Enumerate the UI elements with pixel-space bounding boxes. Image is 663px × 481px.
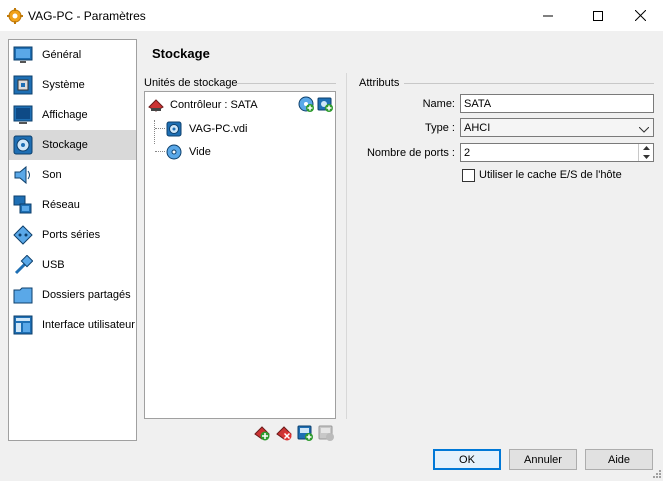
speaker-icon xyxy=(13,165,33,185)
close-icon xyxy=(634,10,646,21)
add-attachment-icon[interactable] xyxy=(297,425,313,441)
display-monitor-icon xyxy=(13,105,33,125)
title-bar: VAG-PC - Paramètres xyxy=(0,0,663,31)
chevron-down-icon xyxy=(638,124,650,136)
attributes-group-divider xyxy=(404,83,654,84)
serial-port-icon xyxy=(13,225,33,245)
host-io-cache-label[interactable]: Utiliser le cache E/S de l'hôte xyxy=(479,169,622,181)
chevron-up-icon xyxy=(642,146,650,150)
sidebar-item-general[interactable]: Général xyxy=(9,40,136,70)
storage-group-divider xyxy=(236,83,336,84)
hard-disk-icon xyxy=(166,121,182,137)
sidebar-item-sound[interactable]: Son xyxy=(9,160,136,190)
sidebar-item-user-interface[interactable]: Interface utilisateur xyxy=(9,310,136,340)
ports-spinbox-value: 2 xyxy=(464,147,471,159)
name-input-value: SATA xyxy=(464,98,492,110)
sidebar-item-label: Général xyxy=(42,49,82,61)
general-monitor-icon xyxy=(13,45,33,65)
resize-grip-icon[interactable] xyxy=(651,468,661,478)
sidebar-item-label: Ports séries xyxy=(42,229,101,241)
group-separator xyxy=(346,73,347,419)
sidebar-item-label: USB xyxy=(42,259,65,271)
ok-button-label: OK xyxy=(459,453,475,466)
sidebar-item-label: Système xyxy=(42,79,85,91)
sidebar-item-label: Dossiers partagés xyxy=(42,289,131,301)
chevron-down-icon xyxy=(642,155,650,159)
help-button-label: Aide xyxy=(607,453,631,466)
remove-controller-icon[interactable] xyxy=(276,425,292,441)
sidebar-item-display[interactable]: Affichage xyxy=(9,100,136,130)
sidebar-item-label: Affichage xyxy=(42,109,88,121)
sata-controller-icon xyxy=(148,97,164,113)
host-io-cache-checkbox[interactable] xyxy=(462,169,475,182)
type-label: Type : xyxy=(425,122,455,134)
sidebar-item-label: Stockage xyxy=(42,139,88,151)
cancel-button-label: Annuler xyxy=(524,453,562,466)
user-interface-icon xyxy=(13,315,33,335)
shared-folder-icon xyxy=(13,285,33,305)
sidebar-item-system[interactable]: Système xyxy=(9,70,136,100)
usb-icon xyxy=(13,254,34,275)
sidebar-item-shared-folders[interactable]: Dossiers partagés xyxy=(9,280,136,310)
virtualbox-gear-icon xyxy=(7,8,23,24)
sidebar-item-usb[interactable]: USB xyxy=(9,250,136,280)
settings-sidebar: Général Système Affichage Stockage Son R… xyxy=(8,39,137,441)
tree-item-vdi[interactable]: VAG-PC.vdi xyxy=(145,120,335,138)
spin-buttons xyxy=(638,144,653,161)
tree-item-controller[interactable]: Contrôleur : SATA xyxy=(145,96,335,114)
sidebar-item-label: Réseau xyxy=(42,199,80,211)
sidebar-item-label: Interface utilisateur xyxy=(42,319,135,331)
ok-button[interactable]: OK xyxy=(433,449,501,470)
window-title: VAG-PC - Paramètres xyxy=(28,9,146,23)
sidebar-item-storage[interactable]: Stockage xyxy=(9,130,136,160)
network-icon xyxy=(13,195,33,215)
minimize-icon xyxy=(543,15,553,16)
type-select[interactable]: AHCI xyxy=(460,118,654,137)
close-button[interactable] xyxy=(617,0,663,31)
remove-attachment-icon[interactable] xyxy=(318,425,334,441)
storage-group-title: Unités de stockage xyxy=(144,77,238,89)
controller-label: Contrôleur : SATA xyxy=(170,99,258,111)
ports-label: Nombre de ports : xyxy=(366,147,455,159)
maximize-icon xyxy=(593,10,603,21)
page-title: Stockage xyxy=(152,46,210,61)
attributes-group-title: Attributs xyxy=(359,77,400,89)
add-hard-disk-icon[interactable] xyxy=(317,96,333,112)
storage-disk-icon xyxy=(13,135,33,155)
add-optical-drive-icon[interactable] xyxy=(298,96,314,112)
spin-down-button[interactable] xyxy=(639,153,653,161)
add-controller-icon[interactable] xyxy=(254,425,270,441)
spin-up-button[interactable] xyxy=(639,144,653,152)
maximize-button[interactable] xyxy=(575,0,621,31)
type-select-value: AHCI xyxy=(464,122,491,134)
storage-tree[interactable]: Contrôleur : SATA VAG-PC.vdi Vide xyxy=(144,91,336,419)
device-label: VAG-PC.vdi xyxy=(189,123,248,135)
name-label: Name: xyxy=(422,98,455,110)
sidebar-item-label: Son xyxy=(42,169,62,181)
help-button[interactable]: Aide xyxy=(585,449,653,470)
minimize-button[interactable] xyxy=(525,0,571,31)
ports-spinbox[interactable]: 2 xyxy=(460,143,654,162)
sidebar-item-serial-ports[interactable]: Ports séries xyxy=(9,220,136,250)
tree-item-empty-optical[interactable]: Vide xyxy=(145,143,335,161)
name-input[interactable]: SATA xyxy=(460,94,654,113)
system-chip-icon xyxy=(13,75,33,95)
cancel-button[interactable]: Annuler xyxy=(509,449,577,470)
optical-disc-icon xyxy=(166,144,182,160)
sidebar-item-network[interactable]: Réseau xyxy=(9,190,136,220)
device-label: Vide xyxy=(189,146,211,158)
